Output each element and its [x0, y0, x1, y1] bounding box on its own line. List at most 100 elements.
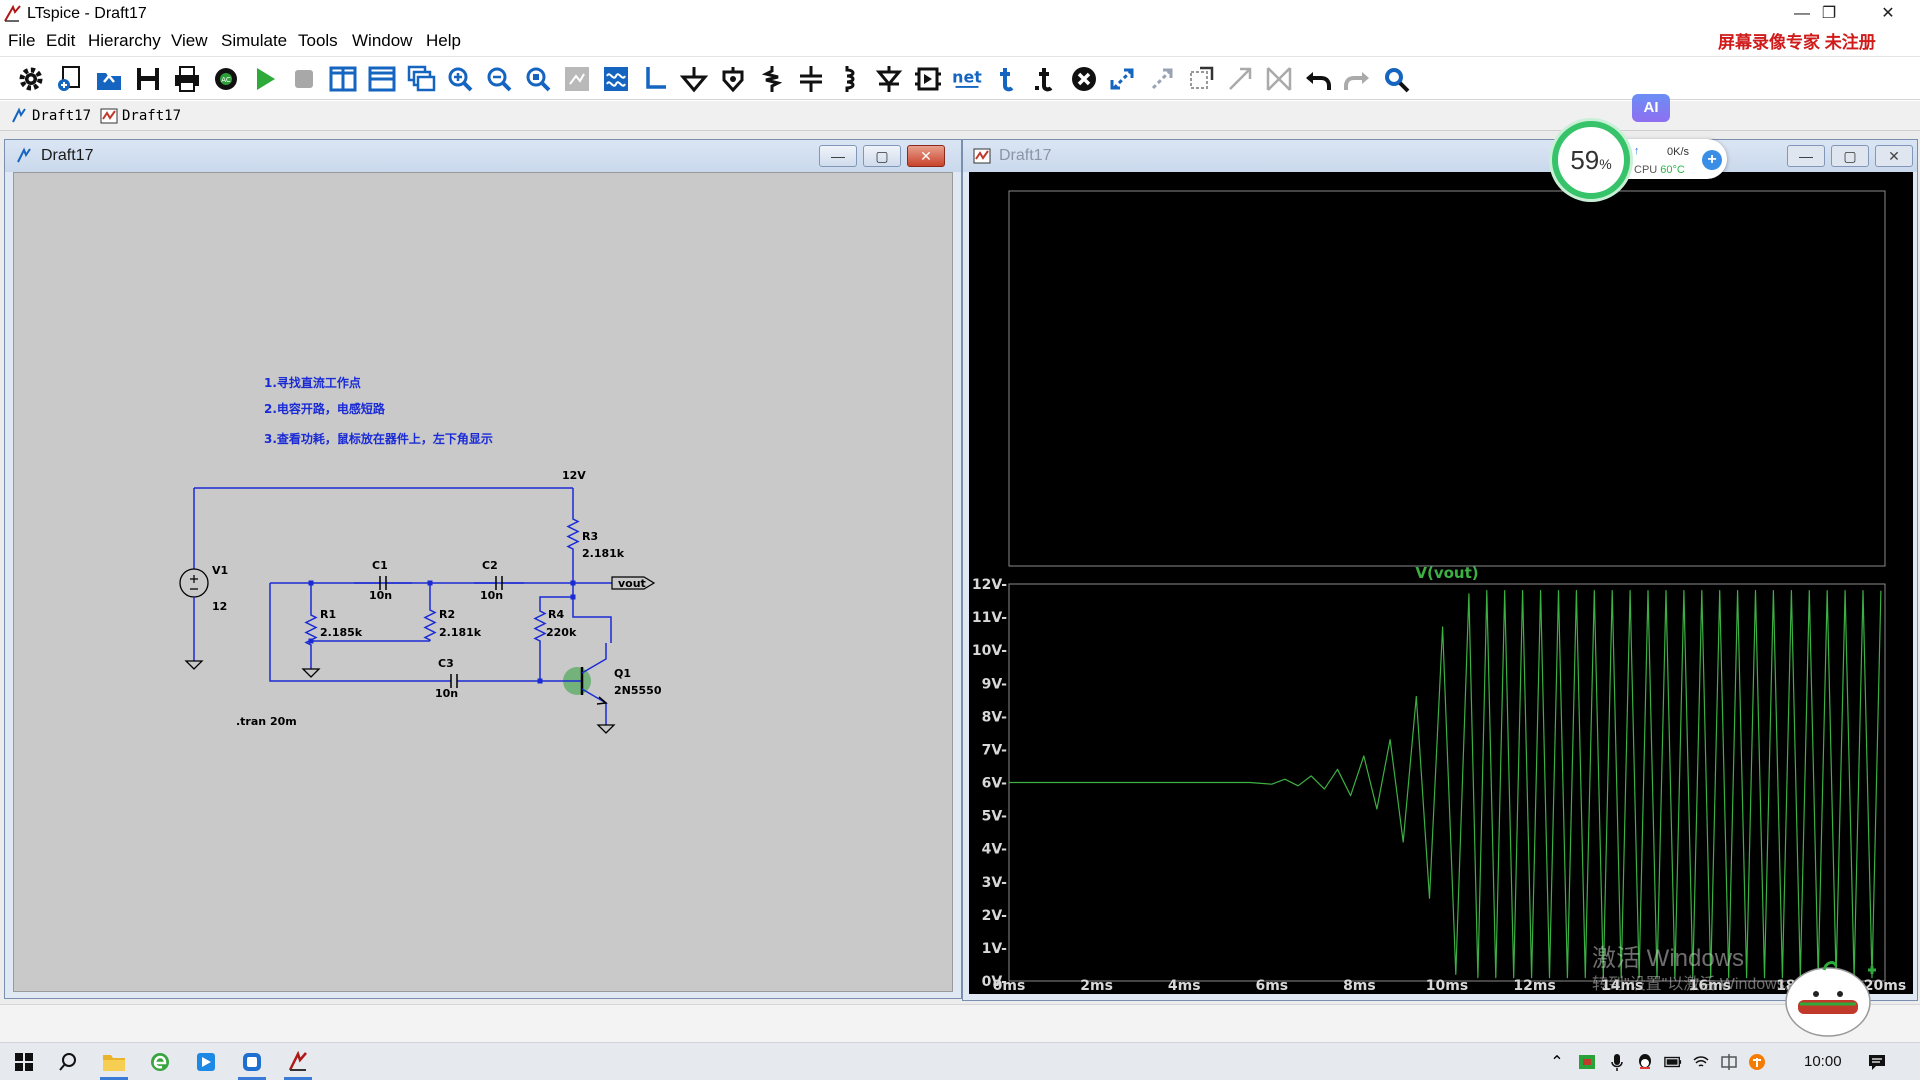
- capacitor-icon[interactable]: [794, 62, 828, 96]
- y-tick-label: 8V-: [982, 709, 1008, 725]
- app-icon-blue[interactable]: [188, 1047, 224, 1077]
- y-tick-label: 11V-: [972, 610, 1007, 626]
- delete-icon[interactable]: [1067, 62, 1101, 96]
- tile-vertical-icon[interactable]: [326, 62, 360, 96]
- tab-waveform[interactable]: Draft17: [96, 104, 188, 128]
- halt-icon[interactable]: [287, 62, 321, 96]
- ai-badge[interactable]: AI: [1632, 94, 1670, 122]
- menu-edit[interactable]: Edit: [46, 31, 75, 51]
- print-icon[interactable]: [170, 62, 204, 96]
- app-icon-notes[interactable]: [234, 1047, 270, 1080]
- input-method-icon[interactable]: [1748, 1053, 1766, 1071]
- cascade-icon[interactable]: [404, 62, 438, 96]
- waveform-maximize-icon[interactable]: ▢: [1831, 145, 1869, 167]
- save-icon[interactable]: [131, 62, 165, 96]
- search-icon[interactable]: [50, 1047, 86, 1077]
- start-icon[interactable]: [6, 1047, 42, 1077]
- run-icon[interactable]: [248, 62, 282, 96]
- menu-file[interactable]: File: [8, 31, 35, 51]
- battery-icon[interactable]: [1664, 1053, 1682, 1071]
- wire-icon[interactable]: [638, 62, 672, 96]
- memory-ring: 59%: [1552, 121, 1630, 199]
- diode-icon[interactable]: [872, 62, 906, 96]
- notification-icon[interactable]: [1868, 1053, 1886, 1071]
- spice-directive-icon[interactable]: [1028, 62, 1062, 96]
- file-explorer-icon[interactable]: [96, 1047, 132, 1080]
- schematic-tab-icon: [12, 107, 26, 123]
- x-tick-label: 12ms: [1513, 978, 1555, 994]
- wire-q1-emitter: [581, 688, 607, 725]
- control-panel-icon[interactable]: AC: [209, 62, 243, 96]
- restore-icon[interactable]: ❐: [1814, 3, 1844, 25]
- tab-waveform-label: Draft17: [122, 108, 182, 124]
- menu-window[interactable]: Window: [352, 31, 412, 51]
- tile-horizontal-icon[interactable]: [365, 62, 399, 96]
- text-icon[interactable]: [989, 62, 1023, 96]
- net-speed: 0K/s: [1667, 146, 1690, 158]
- bus-tap-icon[interactable]: [1262, 62, 1296, 96]
- resistor-icon[interactable]: [755, 62, 789, 96]
- schematic-window-title: Draft17: [41, 147, 94, 164]
- qq-icon[interactable]: [1636, 1053, 1654, 1071]
- ltspice-app-icon: [4, 4, 21, 22]
- redo-icon[interactable]: [1340, 62, 1374, 96]
- mdi-workspace: Draft17 — ▢ ✕ 1.寻找直流工作点 2.电容开路，电感短路 3.查看…: [0, 131, 1920, 1004]
- title-bar: LTspice - Draft17 屏幕录像专家 未注册 — ❐ ✕: [0, 0, 1920, 52]
- trace-vout: [1009, 590, 1882, 979]
- waveform-icon[interactable]: [599, 62, 633, 96]
- mirror-icon[interactable]: [1223, 62, 1257, 96]
- net-icon[interactable]: net: [950, 62, 984, 96]
- schematic-minimize-icon[interactable]: —: [819, 145, 857, 167]
- performance-widget[interactable]: 59% ↑ 0K/s CPU 60°C +: [1552, 121, 1730, 199]
- label-v1-value: 12: [212, 600, 227, 613]
- waveform-canvas[interactable]: V(vout) 0V- 1V- 2V- 3V- 4V- 5V- 6V- 7V- 8V- 9V- 10…: [969, 172, 1913, 994]
- settings-icon[interactable]: [14, 62, 48, 96]
- menu-hierarchy[interactable]: Hierarchy: [88, 31, 161, 51]
- tray-app-green-icon[interactable]: [1578, 1053, 1596, 1071]
- menu-view[interactable]: View: [171, 31, 208, 51]
- label-net-icon[interactable]: [716, 62, 750, 96]
- close-icon[interactable]: ✕: [1873, 3, 1903, 25]
- zoom-in-icon[interactable]: [443, 62, 477, 96]
- menu-help[interactable]: Help: [426, 31, 461, 51]
- component-icon[interactable]: [911, 62, 945, 96]
- schematic-canvas[interactable]: 1.寻找直流工作点 2.电容开路，电感短路 3.查看功耗，鼠标放在器件上，左下角…: [13, 172, 953, 992]
- menu-tools[interactable]: Tools: [298, 31, 338, 51]
- autorange-icon[interactable]: [560, 62, 594, 96]
- waveform-close-icon[interactable]: ✕: [1875, 145, 1913, 167]
- schematic-window-titlebar[interactable]: Draft17 — ▢ ✕: [5, 140, 961, 172]
- mascot-icon[interactable]: [1780, 950, 1880, 1042]
- microphone-icon[interactable]: [1608, 1053, 1626, 1071]
- move-icon[interactable]: [1106, 62, 1140, 96]
- new-schematic-icon[interactable]: [53, 62, 87, 96]
- menu-simulate[interactable]: Simulate: [221, 31, 287, 51]
- rotate-icon[interactable]: [1184, 62, 1218, 96]
- inductor-icon[interactable]: [833, 62, 867, 96]
- ime-icon[interactable]: [1720, 1053, 1738, 1071]
- zoom-fit-icon[interactable]: [521, 62, 555, 96]
- edge-icon[interactable]: [142, 1047, 178, 1077]
- taskbar-clock[interactable]: 10:00: [1804, 1053, 1842, 1070]
- find-icon[interactable]: [1379, 62, 1413, 96]
- wifi-icon[interactable]: [1692, 1053, 1710, 1071]
- x-tick-label: 4ms: [1168, 978, 1201, 994]
- zoom-out-icon[interactable]: [482, 62, 516, 96]
- r1: [304, 609, 318, 651]
- label-c1-name: C1: [372, 559, 388, 572]
- ltspice-taskbar-icon[interactable]: [280, 1047, 316, 1080]
- schematic-maximize-icon[interactable]: ▢: [863, 145, 901, 167]
- tab-schematic[interactable]: Draft17: [6, 104, 94, 128]
- drag-icon[interactable]: [1145, 62, 1179, 96]
- waveform-minimize-icon[interactable]: —: [1787, 145, 1825, 167]
- undo-icon[interactable]: [1301, 62, 1335, 96]
- tray-chevron-icon[interactable]: ⌃: [1548, 1053, 1566, 1071]
- ground-icon[interactable]: [677, 62, 711, 96]
- open-icon[interactable]: [92, 62, 126, 96]
- add-icon[interactable]: +: [1702, 150, 1722, 170]
- activate-windows-title: 激活 Windows: [1592, 945, 1745, 972]
- waveform-window-titlebar[interactable]: Draft17 — ▢ ✕: [963, 140, 1917, 172]
- waveform-window: Draft17 — ▢ ✕ V(vout) 0V- 1V- 2V- 3V- 4V- 5V-…: [962, 139, 1918, 1001]
- schematic-close-icon[interactable]: ✕: [907, 145, 945, 167]
- label-r2-name: R2: [439, 608, 455, 621]
- minimize-icon[interactable]: —: [1787, 3, 1817, 25]
